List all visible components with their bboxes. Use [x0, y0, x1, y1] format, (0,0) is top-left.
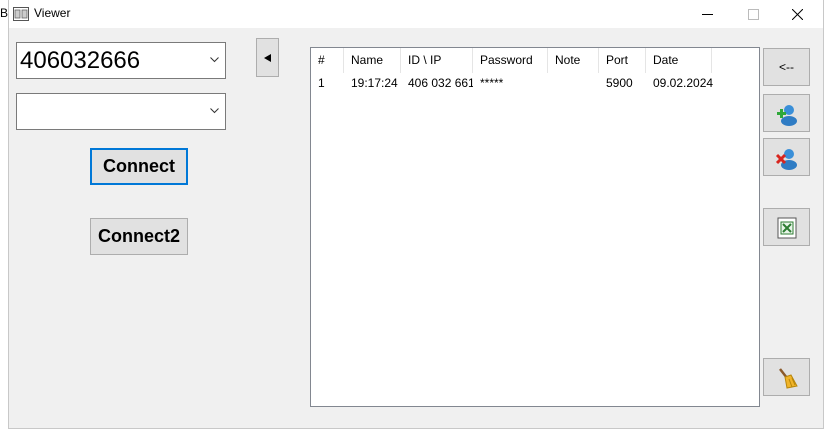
- excel-export-icon: [777, 217, 797, 239]
- column-header-id-ip[interactable]: ID \ IP: [401, 48, 473, 73]
- cell-name: 19:17:24: [351, 76, 398, 90]
- close-button[interactable]: [775, 0, 821, 28]
- cell-password: *****: [480, 76, 504, 90]
- id-combobox[interactable]: 406032666: [16, 42, 226, 79]
- corner-letter: B: [0, 6, 9, 20]
- column-header-num[interactable]: #: [311, 48, 344, 73]
- cell-date: 09.02.2024: [653, 76, 714, 90]
- cell-id: 406 032 661: [408, 76, 473, 90]
- triangle-left-icon: [264, 54, 271, 62]
- connect-button[interactable]: Connect: [90, 148, 188, 185]
- back-button-label: <--: [779, 60, 794, 74]
- remove-user-button[interactable]: [763, 138, 810, 176]
- app-icon: [13, 7, 29, 21]
- window-title: Viewer: [34, 6, 71, 20]
- minimize-icon: [702, 14, 713, 15]
- column-header-date[interactable]: Date: [646, 48, 712, 73]
- cell-port: 5900: [606, 76, 633, 90]
- add-user-button[interactable]: [763, 94, 810, 132]
- remove-user-icon: [775, 149, 797, 170]
- maximize-icon: [748, 9, 759, 20]
- column-header-password[interactable]: Password: [473, 48, 548, 73]
- id-combobox-value: 406032666: [20, 47, 141, 74]
- viewer-window: Viewer 406032666 Connect Connect2 # Name…: [8, 0, 824, 429]
- broom-icon: [779, 368, 798, 389]
- history-row[interactable]: 1 19:17:24 406 032 661 ***** 5900 09.02.…: [311, 75, 759, 92]
- back-button[interactable]: <--: [763, 48, 810, 86]
- chevron-down-icon: [210, 57, 219, 63]
- clear-history-button[interactable]: [763, 358, 810, 396]
- column-header-name[interactable]: Name: [344, 48, 401, 73]
- maximize-button[interactable]: [731, 0, 777, 28]
- connect2-button[interactable]: Connect2: [90, 218, 188, 255]
- title-bar: Viewer: [9, 0, 823, 28]
- export-excel-button[interactable]: [763, 208, 810, 246]
- close-icon: [792, 9, 803, 20]
- collapse-panel-button[interactable]: [256, 38, 279, 77]
- column-header-note[interactable]: Note: [548, 48, 599, 73]
- cell-note: [548, 75, 599, 92]
- secondary-combobox[interactable]: [16, 93, 226, 130]
- add-user-icon: [777, 105, 797, 126]
- column-header-port[interactable]: Port: [599, 48, 646, 73]
- chevron-down-icon: [210, 108, 219, 114]
- history-list[interactable]: # Name ID \ IP Password Note Port Date 1…: [310, 47, 760, 407]
- history-header: # Name ID \ IP Password Note Port Date: [311, 48, 759, 73]
- cell-num: 1: [318, 76, 325, 90]
- minimize-button[interactable]: [685, 0, 731, 28]
